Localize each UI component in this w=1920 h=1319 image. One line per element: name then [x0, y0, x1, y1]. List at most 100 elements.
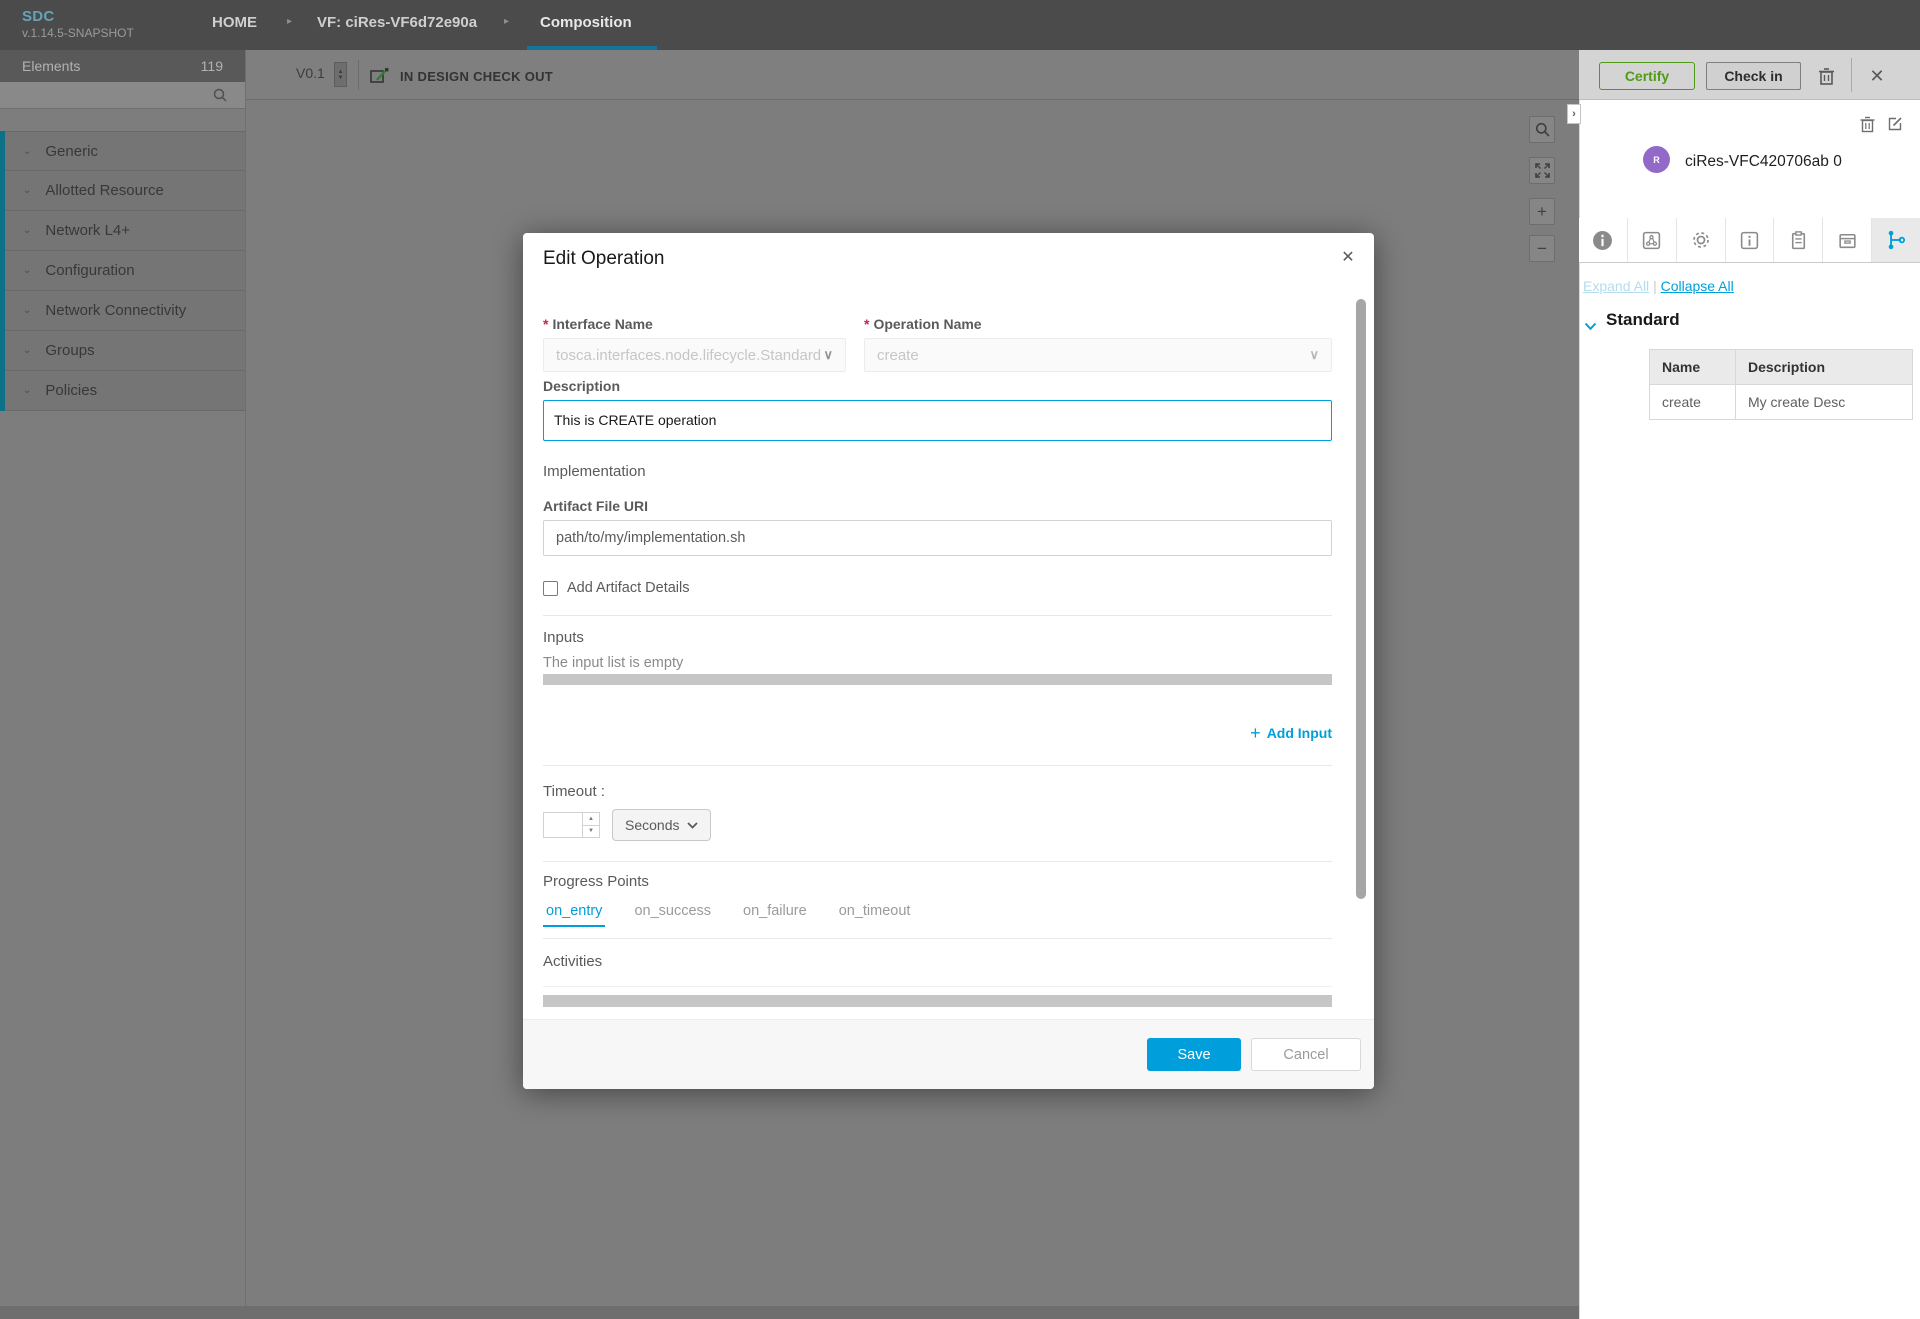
chevron-down-icon: ∨	[823, 347, 833, 363]
version-selector[interactable]: V0.1	[296, 65, 325, 81]
panel-collapse-button[interactable]: ›	[1567, 104, 1581, 124]
plus-icon: +	[1537, 202, 1547, 222]
timeout-input[interactable]	[544, 813, 582, 837]
magnifier-icon	[1535, 122, 1550, 137]
spin-up-icon[interactable]: ▲	[583, 813, 599, 826]
sidebar-item-groups[interactable]: ⌄Groups	[5, 331, 245, 371]
chevron-down-icon: ⌄	[23, 345, 31, 356]
tab-requirements-capabilities[interactable]	[1774, 218, 1823, 262]
progress-points-tabs: on_entry on_success on_failure on_timeou…	[543, 903, 1332, 927]
modal-close-button[interactable]: ✕	[1338, 247, 1358, 267]
operation-name-label: *Operation Name	[864, 316, 1332, 333]
expand-collapse-row: Expand All | Collapse All	[1583, 278, 1734, 294]
app-footer	[0, 1306, 1579, 1319]
add-artifact-label: Add Artifact Details	[567, 580, 690, 596]
chevron-down-icon	[687, 822, 698, 829]
checkout-status-icon	[368, 66, 390, 91]
tab-on-timeout[interactable]: on_timeout	[836, 903, 914, 927]
implementation-label: Implementation	[543, 463, 1332, 481]
inputs-horizontal-scrollbar[interactable]	[543, 674, 1332, 685]
breadcrumb-vf[interactable]: VF: ciRes-VF6d72e90a	[317, 14, 477, 31]
operation-name-cell[interactable]: create	[1650, 385, 1736, 420]
edit-component-button[interactable]	[1887, 116, 1903, 138]
modal-footer: Save Cancel	[523, 1019, 1374, 1089]
version-spinner[interactable]: ▲▼	[334, 62, 347, 87]
delete-component-button[interactable]	[1860, 116, 1875, 138]
tab-properties[interactable]	[1677, 218, 1726, 262]
elements-search-input[interactable]	[0, 82, 245, 109]
cancel-button[interactable]: Cancel	[1251, 1038, 1361, 1071]
fullscreen-icon	[1535, 163, 1550, 178]
add-input-button[interactable]: + Add Input	[543, 725, 1332, 741]
section-divider	[543, 615, 1332, 616]
breadcrumb-composition[interactable]: Composition	[540, 14, 632, 31]
delete-vf-button[interactable]	[1813, 62, 1839, 90]
required-asterisk: *	[543, 316, 548, 332]
close-icon: ✕	[1341, 247, 1354, 267]
modal-vertical-scrollbar[interactable]	[1356, 299, 1366, 899]
tab-operations[interactable]	[1872, 218, 1920, 262]
inputs-empty-text: The input list is empty	[543, 655, 1332, 672]
expand-all-link[interactable]: Expand All	[1583, 278, 1649, 294]
info-circle-icon	[1592, 230, 1613, 251]
chevron-down-icon: ⌄	[23, 265, 31, 276]
artifact-box-icon	[1641, 230, 1662, 251]
operation-desc-cell[interactable]: My create Desc	[1736, 385, 1913, 420]
timeout-unit-select[interactable]: Seconds	[612, 809, 711, 841]
operations-table: Name Description create My create Desc	[1649, 349, 1913, 420]
edit-icon	[1887, 116, 1903, 132]
chevron-down-icon: ⌄	[23, 185, 31, 196]
description-label: Description	[543, 378, 1332, 395]
spin-down-icon[interactable]: ▼	[583, 826, 599, 838]
zoom-out-button[interactable]: −	[1529, 235, 1555, 262]
tab-artifacts[interactable]	[1628, 218, 1677, 262]
clipboard-icon	[1788, 230, 1809, 251]
save-button[interactable]: Save	[1147, 1038, 1241, 1071]
app-logo[interactable]: SDC	[22, 8, 55, 25]
operation-name-select[interactable]: create ∨	[864, 338, 1332, 372]
add-artifact-checkbox[interactable]	[543, 581, 558, 596]
trash-icon	[1818, 67, 1835, 86]
tab-information-artifacts[interactable]	[1726, 218, 1775, 262]
elements-count: 119	[201, 58, 223, 74]
table-row[interactable]: create My create Desc	[1650, 385, 1913, 420]
tab-on-success[interactable]: on_success	[631, 903, 714, 927]
interface-name-select[interactable]: tosca.interfaces.node.lifecycle.Standard…	[543, 338, 846, 372]
section-divider	[543, 861, 1332, 862]
add-artifact-details-row: Add Artifact Details	[543, 580, 1332, 596]
tab-on-failure[interactable]: on_failure	[740, 903, 810, 927]
interface-section-title[interactable]: Standard	[1606, 310, 1680, 330]
section-chevron-down-icon[interactable]	[1584, 318, 1597, 336]
description-textarea[interactable]: This is CREATE operation	[543, 400, 1332, 441]
collapse-all-link[interactable]: Collapse All	[1661, 278, 1734, 294]
activities-label: Activities	[543, 953, 1332, 971]
sidebar-item-configuration[interactable]: ⌄Configuration	[5, 251, 245, 291]
certify-button[interactable]: Certify	[1599, 62, 1695, 90]
tab-on-entry[interactable]: on_entry	[543, 903, 605, 927]
tab-general-info[interactable]	[1579, 218, 1628, 262]
check-in-button[interactable]: Check in	[1706, 62, 1801, 90]
zoom-in-button[interactable]: +	[1529, 198, 1555, 225]
timeout-spinner: ▲ ▼	[582, 813, 599, 837]
component-tabs	[1579, 218, 1920, 263]
sidebar-item-generic[interactable]: ⌄Generic	[5, 131, 245, 171]
tab-deployment-artifacts[interactable]	[1823, 218, 1872, 262]
canvas-fit-button[interactable]	[1529, 157, 1555, 184]
sidebar-item-network-connectivity[interactable]: ⌄Network Connectivity	[5, 291, 245, 331]
thin-divider	[543, 986, 1332, 987]
timeout-number-field: ▲ ▼	[543, 812, 600, 838]
breadcrumb-arrow-icon: ▸	[287, 16, 292, 27]
canvas-search-button[interactable]	[1529, 116, 1555, 143]
sidebar-item-policies[interactable]: ⌄Policies	[5, 371, 245, 411]
sidebar-item-allotted-resource[interactable]: ⌄Allotted Resource	[5, 171, 245, 211]
sidebar-item-network-l4[interactable]: ⌄Network L4+	[5, 211, 245, 251]
toolbar-separator	[358, 60, 359, 90]
col-name: Name	[1650, 350, 1736, 385]
search-icon	[213, 88, 227, 102]
breadcrumb-home[interactable]: HOME	[212, 14, 257, 31]
archive-box-icon	[1837, 230, 1858, 251]
close-composition-button[interactable]: ✕	[1864, 62, 1890, 90]
activities-horizontal-scrollbar[interactable]	[543, 995, 1332, 1007]
artifact-uri-input[interactable]	[543, 520, 1332, 556]
chevron-down-icon: ⌄	[23, 146, 31, 157]
